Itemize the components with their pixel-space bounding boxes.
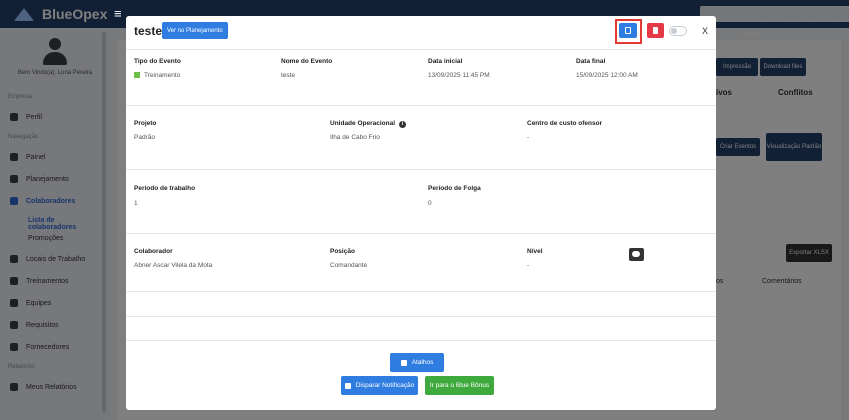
posicao-value: Comandante	[330, 262, 368, 269]
trabalho-label: Período de trabalho	[134, 185, 196, 192]
colaborador-value: Abner Ascar Vilela da Mota	[134, 262, 213, 269]
tipo-label: Tipo do Evento	[134, 58, 181, 65]
data-inicial-label: Data inicial	[428, 58, 463, 65]
bell-icon	[344, 382, 351, 389]
trash-icon	[653, 27, 658, 34]
colaborador-label: Colaborador	[134, 248, 173, 255]
posicao-label: Posição	[330, 248, 355, 255]
green-square-icon	[134, 72, 140, 79]
blue-bonus-label: Ir para o Blue Bônus	[429, 382, 490, 389]
blue-bonus-button[interactable]: Ir para o Blue Bônus	[425, 376, 494, 395]
nome-value: teste	[281, 72, 296, 79]
event-modal: teste Ver no Planejamento X Tipo do Even…	[126, 16, 716, 410]
trabalho-value: 1	[134, 200, 138, 207]
chat-icon	[632, 251, 640, 257]
nivel-label: Nível	[527, 248, 543, 255]
unidade-label: Unidade Operacional i	[330, 120, 407, 128]
folga-label: Período de Folga	[428, 185, 481, 192]
tipo-value-text: Treinamento	[144, 72, 181, 79]
projeto-label: Projeto	[134, 120, 157, 127]
section-event-info: Tipo do Evento Treinamento Nome do Event…	[126, 50, 716, 106]
disparar-notificacao-button[interactable]: Disparar Notificação	[341, 376, 418, 395]
tipo-value: Treinamento	[134, 72, 180, 79]
section-project-info: Projeto Padrão Unidade Operacional i Ilha…	[126, 106, 716, 170]
shortcut-icon	[400, 359, 407, 366]
projeto-value: Padrão	[134, 134, 155, 141]
unidade-label-text: Unidade Operacional	[330, 120, 396, 127]
atalhos-button[interactable]: Atalhos	[390, 353, 444, 372]
modal-header: teste Ver no Planejamento X	[126, 16, 716, 50]
nivel-value: -	[527, 262, 530, 269]
delete-button[interactable]	[647, 23, 664, 38]
data-final-value: 15/09/2025 12:00 AM	[576, 72, 638, 79]
section-periods: Período de trabalho 1 Período de Folga 0	[126, 170, 716, 234]
toggle-switch[interactable]	[669, 26, 687, 36]
menu-icon[interactable]: ≡	[114, 6, 122, 21]
chat-button[interactable]	[629, 248, 644, 261]
data-inicial-value: 13/09/2025 11:45 PM	[428, 72, 490, 79]
nome-label: Nome do Evento	[281, 58, 333, 65]
section-collaborator: Colaborador Abner Ascar Vilela da Mota P…	[126, 234, 716, 292]
copy-button[interactable]	[619, 23, 637, 38]
ver-no-planejamento-button[interactable]: Ver no Planejamento	[162, 22, 228, 39]
copy-icon	[625, 27, 631, 34]
unidade-value: Ilha de Cabo Frio	[330, 134, 380, 141]
centro-value: -	[527, 134, 530, 141]
close-button[interactable]: X	[702, 26, 708, 36]
data-final-label: Data final	[576, 58, 606, 65]
centro-label: Centro de custo ofensor	[527, 120, 603, 127]
disparar-label: Disparar Notificação	[355, 382, 415, 389]
section-empty-1	[126, 292, 716, 317]
info-icon[interactable]: i	[399, 121, 407, 128]
section-empty-2	[126, 317, 716, 341]
folga-value: 0	[428, 200, 432, 207]
atalhos-label: Atalhos	[411, 359, 434, 366]
modal-title: teste	[134, 24, 163, 38]
